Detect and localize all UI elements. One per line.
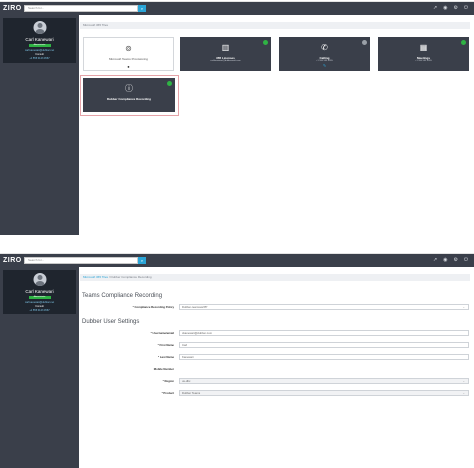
tile-teams-provisioning[interactable]: ⊚ Microsoft Teams Provisioning ●	[83, 37, 174, 71]
last-name-field[interactable]: Kanewari	[179, 354, 469, 360]
status-badge: Administrator	[28, 44, 51, 47]
logo: ZIRO	[3, 5, 22, 12]
top-icons: ↗ ◉ ⚙ ⏻	[433, 257, 468, 264]
tile-subtitle: carlkanewari@dubbermsft.com	[210, 60, 241, 62]
license-icon: ▥	[221, 43, 230, 52]
sidebar: Carl Kanewari Administrator carl.kanewar…	[0, 15, 79, 235]
top-bar: ZIRO Search for... ⌕ ↗ ◉ ⚙ ⏻	[0, 254, 474, 267]
breadcrumb-current: Dubber Compliance Recording	[110, 275, 152, 279]
gear-icon[interactable]: ⚙	[454, 5, 458, 12]
form-row-first-name: * First Name Carl	[80, 342, 470, 349]
field-label: * Last Name	[157, 355, 174, 359]
recording-icon: ⓘ	[125, 84, 133, 93]
avatar	[33, 273, 46, 286]
screen-compliance-settings: ZIRO Search for... ⌕ ↗ ◉ ⚙ ⏻ Carl Kanewa…	[0, 253, 474, 468]
avatar	[33, 21, 46, 34]
tile-title: Microsoft Teams Provisioning	[109, 57, 148, 61]
profile-role: Consult	[35, 53, 44, 56]
sidebar: Carl Kanewari Administrator carl.kanewar…	[0, 267, 79, 468]
field-label: Mobile Number	[153, 367, 174, 371]
field-value: Dubber-teamsusrPP	[182, 305, 208, 309]
breadcrumb: Microsoft 365 Tiles	[80, 22, 470, 29]
region-select[interactable]: us-dbx ⌄	[179, 378, 469, 384]
form-row-product: * Product Dubber Teams ⌄	[80, 390, 470, 397]
power-icon[interactable]: ⏻	[464, 257, 468, 264]
teams-icon: ⊚	[125, 44, 132, 53]
breadcrumb: Microsoft 365 Tiles / Dubber Compliance …	[80, 274, 470, 281]
tile-meetings[interactable]: ▦ Meetings +1 555 555 5555	[378, 37, 469, 71]
field-value: Dubber Teams	[182, 391, 201, 395]
form-row-username: * Username/email ckanewari@dubber.com	[80, 330, 470, 337]
profile-name: Carl Kanewari	[25, 289, 54, 294]
chevron-down-icon: ⌄	[462, 379, 465, 383]
main-content: Microsoft 365 Tiles ⊚ Microsoft Teams Pr…	[80, 15, 474, 235]
field-value: us-dbx	[182, 379, 191, 383]
field-label: * Region	[162, 379, 174, 383]
profile-phone: +1 555 0123 4567	[29, 57, 50, 60]
profile-email[interactable]: carl.kanewari@dubber.net	[3, 301, 76, 304]
status-dot	[461, 40, 466, 45]
form-row-last-name: * Last Name Kanewari	[80, 354, 470, 361]
status-dot	[263, 40, 268, 45]
username-field[interactable]: ckanewari@dubber.com	[179, 330, 469, 336]
screen-tiles: ZIRO Search for... ⌕ ↗ ◉ ⚙ ⏻ Carl Kanewa…	[0, 1, 474, 235]
tile-calling[interactable]: ✆ Calling +1 555 555 5555 ✎	[279, 37, 370, 71]
edit-icon[interactable]: ✎	[323, 63, 326, 68]
logo: ZIRO	[3, 257, 22, 264]
field-label: * Compliance Recording Policy	[132, 305, 174, 309]
gear-icon[interactable]: ⚙	[454, 257, 458, 264]
field-label: * Username/email	[150, 331, 174, 335]
profile-role: Consult	[35, 305, 44, 308]
top-bar: ZIRO Search for... ⌕ ↗ ◉ ⚙ ⏻	[0, 2, 474, 15]
tile-subtitle: +1 555 555 5555	[316, 60, 333, 62]
main-content: Microsoft 365 Tiles / Dubber Compliance …	[80, 267, 474, 468]
search-button[interactable]: ⌕	[138, 257, 146, 264]
section-heading-user-settings: Dubber User Settings	[82, 319, 140, 325]
chevron-down-icon: ⌄	[462, 391, 465, 395]
form-row-mobile: Mobile Number	[80, 366, 470, 373]
profile-card: Carl Kanewari Administrator carl.kanewar…	[3, 18, 76, 63]
top-icons: ↗ ◉ ⚙ ⏻	[433, 5, 468, 12]
calendar-icon: ▦	[419, 43, 428, 52]
field-label: * Product	[161, 391, 174, 395]
form-row-region: * Region us-dbx ⌄	[80, 378, 470, 385]
search-input[interactable]: Search for...	[24, 5, 138, 12]
search-button[interactable]: ⌕	[138, 5, 146, 12]
status-dot	[362, 40, 367, 45]
status-dot	[167, 81, 172, 86]
eye-icon[interactable]: ◉	[443, 5, 447, 12]
field-label: * First Name	[157, 343, 174, 347]
section-heading-compliance: Teams Compliance Recording	[82, 293, 163, 299]
power-icon[interactable]: ⏻	[464, 5, 468, 12]
search-input[interactable]: Search for...	[24, 257, 138, 264]
profile-card: Carl Kanewari Administrator carl.kanewar…	[3, 270, 76, 314]
profile-email[interactable]: carl.kanewari@dubber.net	[3, 49, 76, 52]
status-badge: Administrator	[28, 296, 51, 299]
chart-icon[interactable]: ↗	[433, 257, 437, 264]
tile-subtitle: +1 555 555 5555	[415, 60, 432, 62]
profile-name: Carl Kanewari	[25, 37, 54, 42]
product-select[interactable]: Dubber Teams ⌄	[179, 390, 469, 396]
phone-icon: ✆	[321, 43, 328, 52]
form-row-policy: * Compliance Recording Policy Dubber-tea…	[80, 304, 470, 311]
tile-title: Dubber Compliance Recording	[106, 97, 151, 101]
breadcrumb-link[interactable]: Microsoft 365 Tiles	[83, 275, 108, 279]
tile-365-licenses[interactable]: ▥ 365 Licenses carlkanewari@dubbermsft.c…	[180, 37, 271, 71]
tile-dubber-compliance-recording[interactable]: ⓘ Dubber Compliance Recording	[83, 78, 175, 112]
first-name-field[interactable]: Carl	[179, 342, 469, 348]
profile-phone: +1 555 0123 4567	[29, 309, 50, 312]
chart-icon[interactable]: ↗	[433, 5, 437, 12]
eye-icon[interactable]: ◉	[443, 257, 447, 264]
go-icon: ●	[127, 64, 130, 69]
policy-select[interactable]: Dubber-teamsusrPP ⌄	[179, 304, 469, 310]
chevron-down-icon: ⌄	[462, 305, 465, 309]
